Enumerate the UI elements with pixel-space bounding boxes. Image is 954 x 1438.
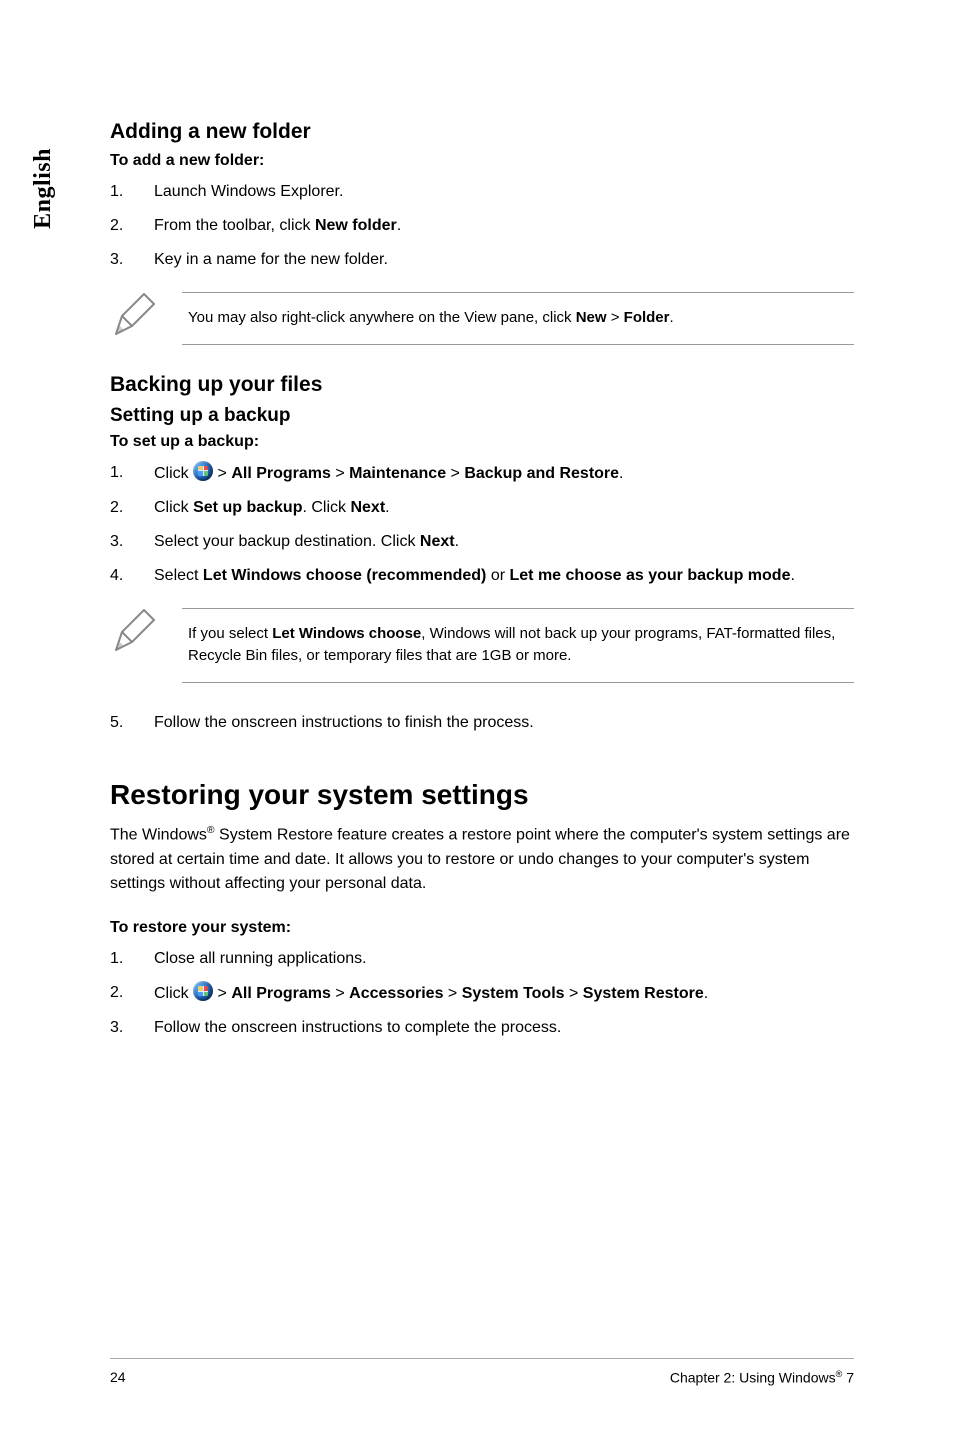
lead-setup-backup: To set up a backup: — [110, 433, 854, 451]
step-text: > — [443, 985, 461, 1002]
step-bold: All Programs — [231, 985, 331, 1002]
step-bold: Accessories — [349, 985, 443, 1002]
step-text: Key in a name for the new folder. — [154, 251, 388, 268]
step-text: Select your backup destination. Click — [154, 533, 420, 550]
step-text: . — [385, 499, 389, 516]
note-block: If you select Let Windows choose, Window… — [110, 608, 854, 683]
step-text: Close all running applications. — [154, 950, 367, 967]
step-item: Select Let Windows choose (recommended) … — [110, 564, 854, 588]
lead-add-folder: To add a new folder: — [110, 152, 854, 170]
note-text: . — [670, 309, 674, 326]
step-item: From the toolbar, click New folder. — [110, 214, 854, 238]
step-item: Click > All Programs > Maintenance > Bac… — [110, 461, 854, 486]
step-bold: Backup and Restore — [464, 465, 619, 482]
step-bold: New folder — [315, 217, 397, 234]
step-text: Click — [154, 985, 193, 1002]
chapter-text: Chapter 2: Using Windows — [670, 1370, 836, 1386]
step-bold: Maintenance — [349, 465, 446, 482]
step-item: Follow the onscreen instructions to comp… — [110, 1016, 854, 1040]
note-block: You may also right-click anywhere on the… — [110, 292, 854, 345]
lead-restore-system: To restore your system: — [110, 919, 854, 937]
pencil-icon — [110, 292, 158, 340]
chapter-label: Chapter 2: Using Windows® 7 — [670, 1369, 854, 1386]
heading-backing-up: Backing up your files — [110, 373, 854, 397]
heading-restoring-system: Restoring your system settings — [110, 779, 854, 811]
para-text: System Restore feature creates a restore… — [110, 826, 850, 893]
step-text: Click — [154, 465, 193, 482]
note-text: If you select — [188, 625, 272, 642]
step-text: Follow the onscreen instructions to fini… — [154, 714, 534, 731]
step-item: Close all running applications. — [110, 947, 854, 971]
document-page: English Adding a new folder To add a new… — [0, 0, 954, 1438]
step-text: . — [397, 217, 401, 234]
steps-add-folder: Launch Windows Explorer. From the toolba… — [110, 180, 854, 272]
subheading-setting-up-backup: Setting up a backup — [110, 405, 854, 427]
page-number: 24 — [110, 1369, 126, 1386]
windows-start-icon — [193, 981, 213, 1001]
note-bold: Let Windows choose — [272, 625, 421, 642]
step-text: > — [446, 465, 464, 482]
step-bold: All Programs — [231, 465, 331, 482]
step-bold: System Restore — [583, 985, 704, 1002]
windows-start-icon — [193, 461, 213, 481]
para-text: The Windows — [110, 826, 207, 843]
step-item: Click > All Programs > Accessories > Sys… — [110, 981, 854, 1006]
page-footer: 24 Chapter 2: Using Windows® 7 — [110, 1358, 854, 1386]
note-bold: Folder — [624, 309, 670, 326]
note-body: You may also right-click anywhere on the… — [182, 292, 854, 345]
step-bold: Set up backup — [193, 499, 302, 516]
note-text: You may also right-click anywhere on the… — [188, 309, 576, 326]
step-text: From the toolbar, click — [154, 217, 315, 234]
chapter-text: 7 — [842, 1370, 854, 1386]
step-text: . — [704, 985, 708, 1002]
step-bold: System Tools — [462, 985, 565, 1002]
step-text: > — [213, 985, 231, 1002]
step-bold: Next — [350, 499, 385, 516]
registered-mark: ® — [207, 825, 215, 836]
steps-restore-system: Close all running applications. Click > … — [110, 947, 854, 1040]
step-item: Key in a name for the new folder. — [110, 248, 854, 272]
step-bold: Let Windows choose (recommended) — [203, 567, 486, 584]
step-text: . Click — [302, 499, 350, 516]
step-text: . — [455, 533, 459, 550]
step-bold: Let me choose as your backup mode — [510, 567, 791, 584]
step-item: Click Set up backup. Click Next. — [110, 496, 854, 520]
step-text: > — [213, 465, 231, 482]
step-item: 5. Follow the onscreen instructions to f… — [110, 711, 854, 735]
paragraph: The Windows® System Restore feature crea… — [110, 823, 854, 898]
step-text: > — [565, 985, 583, 1002]
step-text: . — [790, 567, 794, 584]
step-text: or — [486, 567, 509, 584]
step-number: 5. — [110, 711, 123, 735]
step-item: Launch Windows Explorer. — [110, 180, 854, 204]
steps-setup-backup: Click > All Programs > Maintenance > Bac… — [110, 461, 854, 588]
step-text: Select — [154, 567, 203, 584]
step-text: Launch Windows Explorer. — [154, 183, 343, 200]
note-text: > — [607, 309, 624, 326]
heading-adding-new-folder: Adding a new folder — [110, 120, 854, 144]
step-bold: Next — [420, 533, 455, 550]
note-body: If you select Let Windows choose, Window… — [182, 608, 854, 683]
step-item: Select your backup destination. Click Ne… — [110, 530, 854, 554]
language-label: English — [30, 148, 57, 229]
step-text: . — [619, 465, 623, 482]
pencil-icon — [110, 608, 158, 656]
step-text: Follow the onscreen instructions to comp… — [154, 1019, 561, 1036]
step-text: > — [331, 465, 349, 482]
step-text: Click — [154, 499, 193, 516]
note-bold: New — [576, 309, 607, 326]
step-text: > — [331, 985, 349, 1002]
